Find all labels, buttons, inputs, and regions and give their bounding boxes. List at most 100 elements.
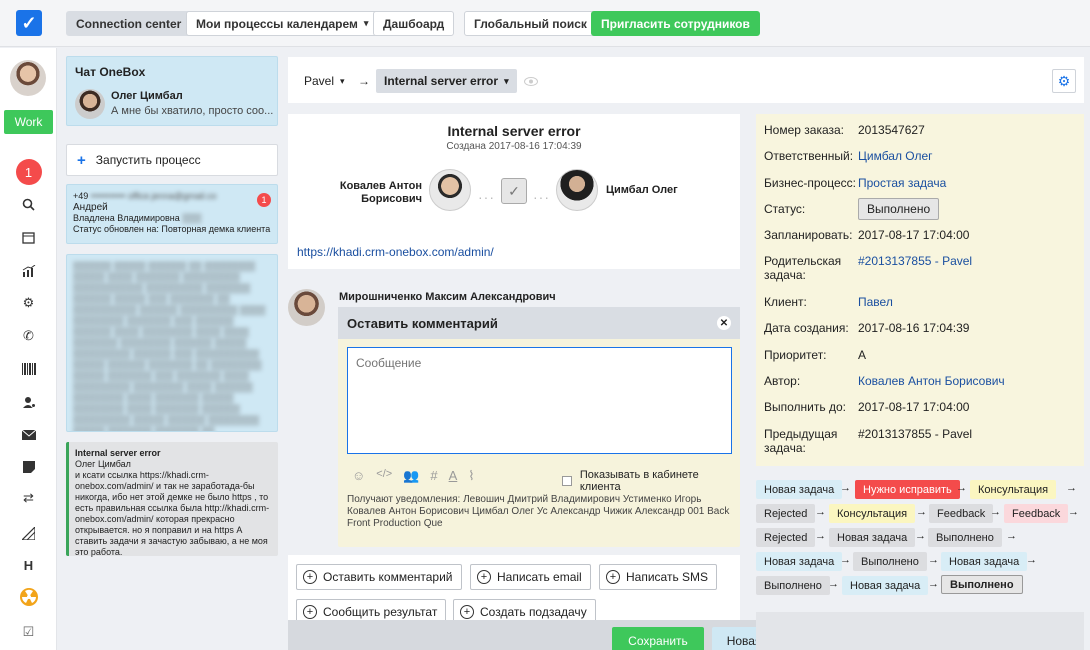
task-from-user: Ковалев Антон Борисович	[339, 180, 422, 205]
my-processes-dropdown[interactable]: Мои процессы календарем ▾	[186, 11, 379, 36]
author-link[interactable]: Ковалев Антон Борисович	[858, 374, 1005, 388]
leave-comment-button[interactable]: + Оставить комментарий	[296, 564, 462, 590]
gear-icon[interactable]: ⚙	[0, 292, 57, 314]
comment-header: Оставить комментарий ✕	[338, 307, 740, 339]
process-card-name: Андрей	[73, 202, 108, 213]
flow-chip[interactable]: Feedback	[929, 504, 994, 523]
process-card-status: Статус обновлен на: Повторная демка клие…	[73, 224, 271, 234]
arrow-right-icon: →	[815, 506, 826, 518]
business-process-link[interactable]: Простая задача	[858, 176, 946, 190]
launch-process-button[interactable]: + Запустить процесс	[66, 144, 278, 176]
from-user-avatar[interactable]	[429, 169, 471, 211]
note-icon[interactable]	[0, 456, 57, 478]
icon-sidebar: Work 1 ⚙ ✆ ⇄ H ☑	[0, 48, 57, 650]
analytics-chart-icon[interactable]	[0, 260, 57, 282]
flow-chip[interactable]: Новая задача	[842, 576, 929, 595]
users-icon[interactable]: 👥	[403, 468, 419, 484]
show-client-checkbox[interactable]	[562, 476, 572, 486]
chat-user-name: Олег Цимбал	[111, 90, 183, 102]
flow-chip[interactable]: Новая задача	[941, 552, 1028, 571]
code-icon[interactable]: </>	[376, 468, 392, 484]
calendar-icon[interactable]	[0, 226, 57, 248]
task-link[interactable]: https://khadi.crm-onebox.com/admin/	[297, 245, 494, 259]
arrow-right-icon: →	[1068, 506, 1079, 518]
task-created: Создана 2017-08-16 17:04:39	[446, 141, 582, 152]
save-button[interactable]: Сохранить	[612, 627, 704, 650]
global-search-button[interactable]: Глобальный поиск	[464, 11, 597, 36]
onebox-chat-card[interactable]: Чат OneBox Олег Цимбал А мне бы хватило,…	[66, 56, 278, 126]
text-color-icon[interactable]: A	[449, 468, 458, 484]
breadcrumb-task[interactable]: Internal server error ▾	[376, 69, 517, 93]
message-input[interactable]	[347, 347, 732, 454]
to-user-avatar[interactable]	[556, 169, 598, 211]
signal-icon[interactable]	[0, 522, 57, 544]
active-process-card[interactable]: Internal server error Олег Цимбал и ксат…	[66, 442, 278, 557]
chevron-down-icon: ▾	[340, 75, 345, 86]
flow-chip[interactable]: Консультация	[970, 480, 1057, 499]
mail-icon[interactable]	[0, 424, 57, 446]
flow-chip[interactable]: Консультация	[829, 504, 916, 523]
chat-title: Чат OneBox	[75, 65, 146, 79]
detail-parent: Родительская задача: #2013137855 - Pavel	[764, 254, 973, 282]
emoji-icon[interactable]: ☺	[352, 468, 365, 484]
arrow-right-icon: →	[358, 74, 370, 88]
process-card[interactable]: +49 ••••••••••• office.jenna@gmail.co Ан…	[66, 184, 278, 244]
hashtag-icon[interactable]: #	[430, 468, 437, 484]
comment-box: Оставить комментарий ✕ ☺ </> 👥 # A ⌇ Пок…	[338, 307, 740, 547]
phone-icon[interactable]: ✆	[0, 325, 57, 347]
commenter-avatar	[288, 289, 325, 326]
close-icon[interactable]: ✕	[717, 316, 731, 330]
write-sms-button[interactable]: + Написать SMS	[599, 564, 718, 590]
arrow-right-icon: →	[915, 530, 926, 542]
flow-chip[interactable]: Rejected	[756, 504, 816, 523]
app-logo-checkbox-icon[interactable]: ✓	[16, 10, 42, 36]
flow-chip[interactable]: Feedback	[1004, 504, 1069, 523]
flow-chip[interactable]: Новая задача	[829, 528, 916, 547]
radiation-icon[interactable]	[0, 586, 57, 608]
flow-chip[interactable]: Выполнено	[928, 528, 1002, 547]
connector-dots: ···	[533, 189, 550, 205]
attachment-icon[interactable]: ⌇	[468, 468, 474, 484]
responsible-link[interactable]: Цимбал Олег	[858, 149, 933, 163]
commenter-name: Мирошниченко Максим Александрович	[339, 291, 556, 303]
arrow-right-icon: →	[828, 578, 839, 590]
notifications-item[interactable]: 1	[0, 159, 57, 185]
flow-chip[interactable]: Новая задача	[756, 552, 843, 571]
blurred-content: ▒▒▒▒▒▒ ▒▒▒▒▒ ▒▒▒▒▒▒ ▒▒ ▒▒▒▒▒▒▒▒ ▒▒▒▒▒ ▒▒…	[73, 261, 266, 432]
flow-chip[interactable]: Выполнено	[853, 552, 927, 571]
eye-icon[interactable]	[516, 69, 546, 93]
chat-last-message: А мне бы хватило, просто соо...	[111, 105, 273, 117]
checkbox-icon[interactable]: ☑	[0, 621, 57, 643]
flow-chip[interactable]: Нужно исправить	[855, 480, 960, 499]
dashboard-button[interactable]: Дашбоард	[373, 11, 455, 36]
client-link[interactable]: Павел	[858, 295, 893, 309]
breadcrumb-pavel[interactable]: Pavel ▾	[296, 69, 353, 93]
show-client-toggle[interactable]: Показывать в кабинете клиента	[562, 469, 740, 493]
active-card-title: Internal server error	[75, 448, 161, 458]
connection-center-button[interactable]: Connection center	[66, 11, 192, 36]
user-avatar[interactable]	[10, 60, 46, 96]
plus-circle-icon: +	[477, 570, 491, 584]
search-icon[interactable]	[0, 193, 57, 215]
status-badge[interactable]: Выполнено	[858, 198, 940, 220]
settings-gear-icon[interactable]: ⚙	[1052, 69, 1076, 93]
active-card-text: и ксати ссылка https://khadi.crm-onebox.…	[75, 470, 270, 557]
task-title: Internal server error	[447, 123, 581, 139]
transfer-icon[interactable]: ⇄	[0, 487, 57, 509]
flow-chip-current[interactable]: Выполнено	[941, 575, 1023, 594]
arrow-right-icon: →	[916, 506, 927, 518]
process-card-owner: Владлена Владимировна ▒▒▒	[73, 213, 202, 223]
plus-circle-icon: +	[303, 570, 317, 584]
invite-employees-button[interactable]: Пригласить сотрудников	[591, 11, 760, 36]
plus-circle-icon: +	[303, 605, 317, 619]
write-email-button[interactable]: + Написать email	[470, 564, 591, 590]
flow-chip[interactable]: Новая задача	[756, 480, 843, 499]
user-settings-icon[interactable]	[0, 391, 57, 413]
flow-chip[interactable]: Выполнено	[756, 576, 830, 595]
work-button[interactable]: Work	[4, 110, 53, 134]
barcode-icon[interactable]	[0, 358, 57, 380]
parent-task-link[interactable]: #2013137855 - Pavel	[858, 254, 972, 268]
flow-chip[interactable]: Rejected	[756, 528, 816, 547]
h-item[interactable]: H	[0, 554, 57, 576]
blurred-process-card[interactable]: ▒▒▒▒▒▒ ▒▒▒▒▒ ▒▒▒▒▒▒ ▒▒ ▒▒▒▒▒▒▒▒ ▒▒▒▒▒ ▒▒…	[66, 254, 278, 432]
